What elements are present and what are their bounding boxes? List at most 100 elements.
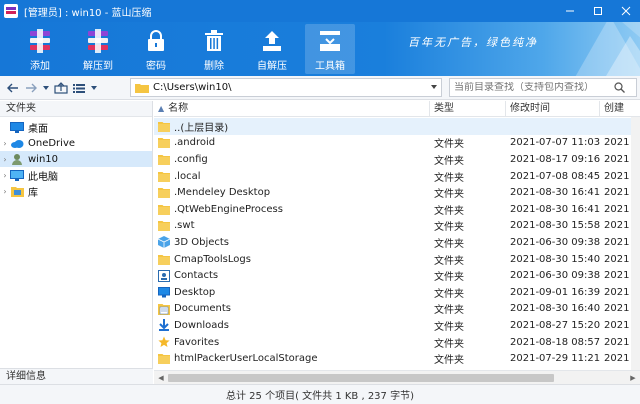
file-name: CmapToolsLogs bbox=[174, 253, 251, 265]
file-modified: 2021-08-27 15:20 bbox=[510, 319, 601, 331]
file-list-header: ▲名称 大小 类型 修改时间 创建 bbox=[154, 101, 640, 117]
chevron-down-icon bbox=[91, 85, 97, 90]
desktop-icon bbox=[158, 286, 170, 298]
cube-icon bbox=[158, 236, 170, 249]
file-row[interactable]: Desktop 文件夹 2021-09-01 16:39 2021 bbox=[154, 284, 640, 301]
tree-item-library[interactable]: › 库 bbox=[0, 183, 152, 199]
folder-icon bbox=[158, 187, 170, 199]
file-name: Desktop bbox=[174, 286, 216, 298]
file-row[interactable]: .QtWebEngineProcess 文件夹 2021-08-30 16:41 20… bbox=[154, 201, 640, 218]
file-type: 文件夹 bbox=[434, 272, 464, 284]
toolbox-icon bbox=[317, 28, 343, 54]
file-row[interactable]: .swt 文件夹 2021-08-30 15:58 2021 bbox=[154, 218, 640, 235]
tree-item-label: 库 bbox=[28, 187, 38, 199]
file-row[interactable]: htmlPackerUserLocalStorage 文件夹 2021-07-29 … bbox=[154, 350, 640, 367]
file-name: .config bbox=[174, 153, 208, 165]
extract-to-button[interactable]: 解压到 bbox=[73, 24, 123, 74]
tree-item-this-pc[interactable]: › 此电脑 bbox=[0, 167, 152, 183]
folder-icon bbox=[158, 137, 170, 149]
file-row[interactable]: Contacts 文件夹 2021-06-30 09:38 2021 bbox=[154, 267, 640, 284]
toolbox-label: 工具箱 bbox=[315, 61, 345, 72]
view-mode-button[interactable] bbox=[70, 78, 88, 98]
arrow-left-icon bbox=[7, 83, 18, 92]
maximize-button[interactable] bbox=[584, 0, 612, 22]
file-rows: ..(上层目录) .android 文件夹 2021-07-07 11:03 2021.… bbox=[154, 118, 640, 367]
file-modified: 2021-07-07 11:03 bbox=[510, 137, 601, 149]
toolbox-button[interactable]: 工具箱 bbox=[305, 24, 355, 74]
address-dropdown[interactable] bbox=[427, 83, 441, 92]
decorative-pattern-icon bbox=[575, 22, 640, 76]
file-row[interactable]: Favorites 文件夹 2021-08-18 08:57 2021 bbox=[154, 334, 640, 351]
file-row[interactable]: CmapToolsLogs 文件夹 2021-08-30 15:40 2021 bbox=[154, 251, 640, 268]
back-button[interactable] bbox=[4, 78, 22, 98]
tree-item-desktop[interactable]: 桌面 bbox=[0, 119, 152, 135]
up-level-button[interactable] bbox=[52, 78, 70, 98]
file-row[interactable]: ..(上层目录) bbox=[154, 118, 640, 135]
chevron-right-icon[interactable]: › bbox=[0, 139, 10, 148]
tree-item-onedrive[interactable]: › OneDrive bbox=[0, 135, 152, 151]
file-modified: 2021-06-30 09:38 bbox=[510, 236, 601, 248]
address-input[interactable]: C:\Users\win10\ bbox=[130, 78, 442, 97]
archive-add-icon bbox=[27, 28, 53, 54]
add-button[interactable]: 添加 bbox=[15, 24, 65, 74]
file-name-cell: Documents bbox=[154, 303, 430, 315]
file-row[interactable]: 3D Objects 文件夹 2021-06-30 09:38 2021 bbox=[154, 234, 640, 251]
file-row[interactable]: .config 文件夹 2021-08-17 09:16 2021 bbox=[154, 151, 640, 168]
cloud-icon bbox=[10, 137, 24, 149]
delete-button[interactable]: 删除 bbox=[189, 24, 239, 74]
file-name: Favorites bbox=[174, 336, 220, 348]
file-name: 3D Objects bbox=[174, 236, 230, 248]
file-row[interactable]: .local 文件夹 2021-07-08 08:45 2021 bbox=[154, 168, 640, 185]
scroll-right-icon[interactable]: ▶ bbox=[628, 373, 638, 383]
column-header-created[interactable]: 创建 bbox=[600, 101, 640, 117]
file-name-cell: Favorites bbox=[154, 336, 430, 348]
scrollbar-thumb[interactable] bbox=[168, 374, 554, 382]
folder-icon bbox=[158, 203, 170, 215]
tree-item-win10[interactable]: › win10 bbox=[0, 151, 152, 167]
file-row[interactable]: .Mendeley Desktop 文件夹 2021-08-30 16:41 2021 bbox=[154, 184, 640, 201]
tree-item-label: OneDrive bbox=[28, 137, 76, 149]
file-type: 文件夹 bbox=[434, 305, 464, 317]
password-button[interactable]: 密码 bbox=[131, 24, 181, 74]
close-button[interactable] bbox=[612, 0, 640, 22]
details-panel-header[interactable]: 详细信息 bbox=[0, 368, 153, 384]
file-row[interactable]: Documents 文件夹 2021-08-30 16:40 2021 bbox=[154, 301, 640, 318]
library-icon bbox=[10, 185, 24, 197]
file-name: .android bbox=[174, 137, 216, 149]
view-mode-dropdown[interactable] bbox=[88, 78, 100, 98]
self-extract-button[interactable]: 自解压 bbox=[247, 24, 297, 74]
history-dropdown[interactable] bbox=[40, 78, 52, 98]
forward-button[interactable] bbox=[22, 78, 40, 98]
chevron-right-icon[interactable]: › bbox=[0, 155, 10, 164]
document-icon bbox=[158, 303, 170, 315]
column-header-modified[interactable]: 修改时间 bbox=[506, 101, 600, 117]
file-type: 文件夹 bbox=[434, 238, 464, 250]
chevron-right-icon[interactable]: › bbox=[0, 171, 10, 180]
search-input[interactable] bbox=[450, 82, 610, 93]
folder-icon bbox=[158, 220, 170, 232]
file-modified: 2021-07-29 11:21 bbox=[510, 353, 601, 365]
chevron-right-icon[interactable]: › bbox=[0, 187, 10, 196]
vertical-scrollbar[interactable] bbox=[631, 117, 640, 384]
main-toolbar: 添加 解压到 密码 删除 自解压 工具箱 百年无广告，绿色纯净 bbox=[0, 22, 640, 76]
file-name: Contacts bbox=[174, 270, 219, 282]
folder-icon bbox=[158, 353, 170, 365]
file-type: 文件夹 bbox=[434, 338, 464, 350]
column-header-name[interactable]: ▲ 名称 bbox=[154, 101, 430, 117]
arrow-right-icon bbox=[26, 83, 37, 92]
search-box bbox=[449, 78, 637, 97]
window-title: [管理员] : win10 - 蓝山压缩 bbox=[24, 7, 152, 19]
scroll-left-icon[interactable]: ◀ bbox=[156, 373, 166, 383]
maximize-icon bbox=[594, 7, 602, 15]
search-icon[interactable] bbox=[610, 82, 628, 93]
trash-icon bbox=[201, 28, 227, 54]
file-name: .QtWebEngineProcess bbox=[174, 203, 283, 215]
horizontal-scrollbar[interactable]: ◀ ▶ bbox=[154, 370, 640, 384]
file-modified: 2021-08-30 15:40 bbox=[510, 253, 601, 265]
file-modified: 2021-08-17 09:16 bbox=[510, 153, 601, 165]
file-type: 文件夹 bbox=[434, 355, 464, 367]
file-row[interactable]: Downloads 文件夹 2021-08-27 15:20 2021 bbox=[154, 317, 640, 334]
column-header-type[interactable]: 类型 bbox=[430, 101, 506, 117]
file-row[interactable]: .android 文件夹 2021-07-07 11:03 2021 bbox=[154, 135, 640, 152]
minimize-button[interactable] bbox=[556, 0, 584, 22]
